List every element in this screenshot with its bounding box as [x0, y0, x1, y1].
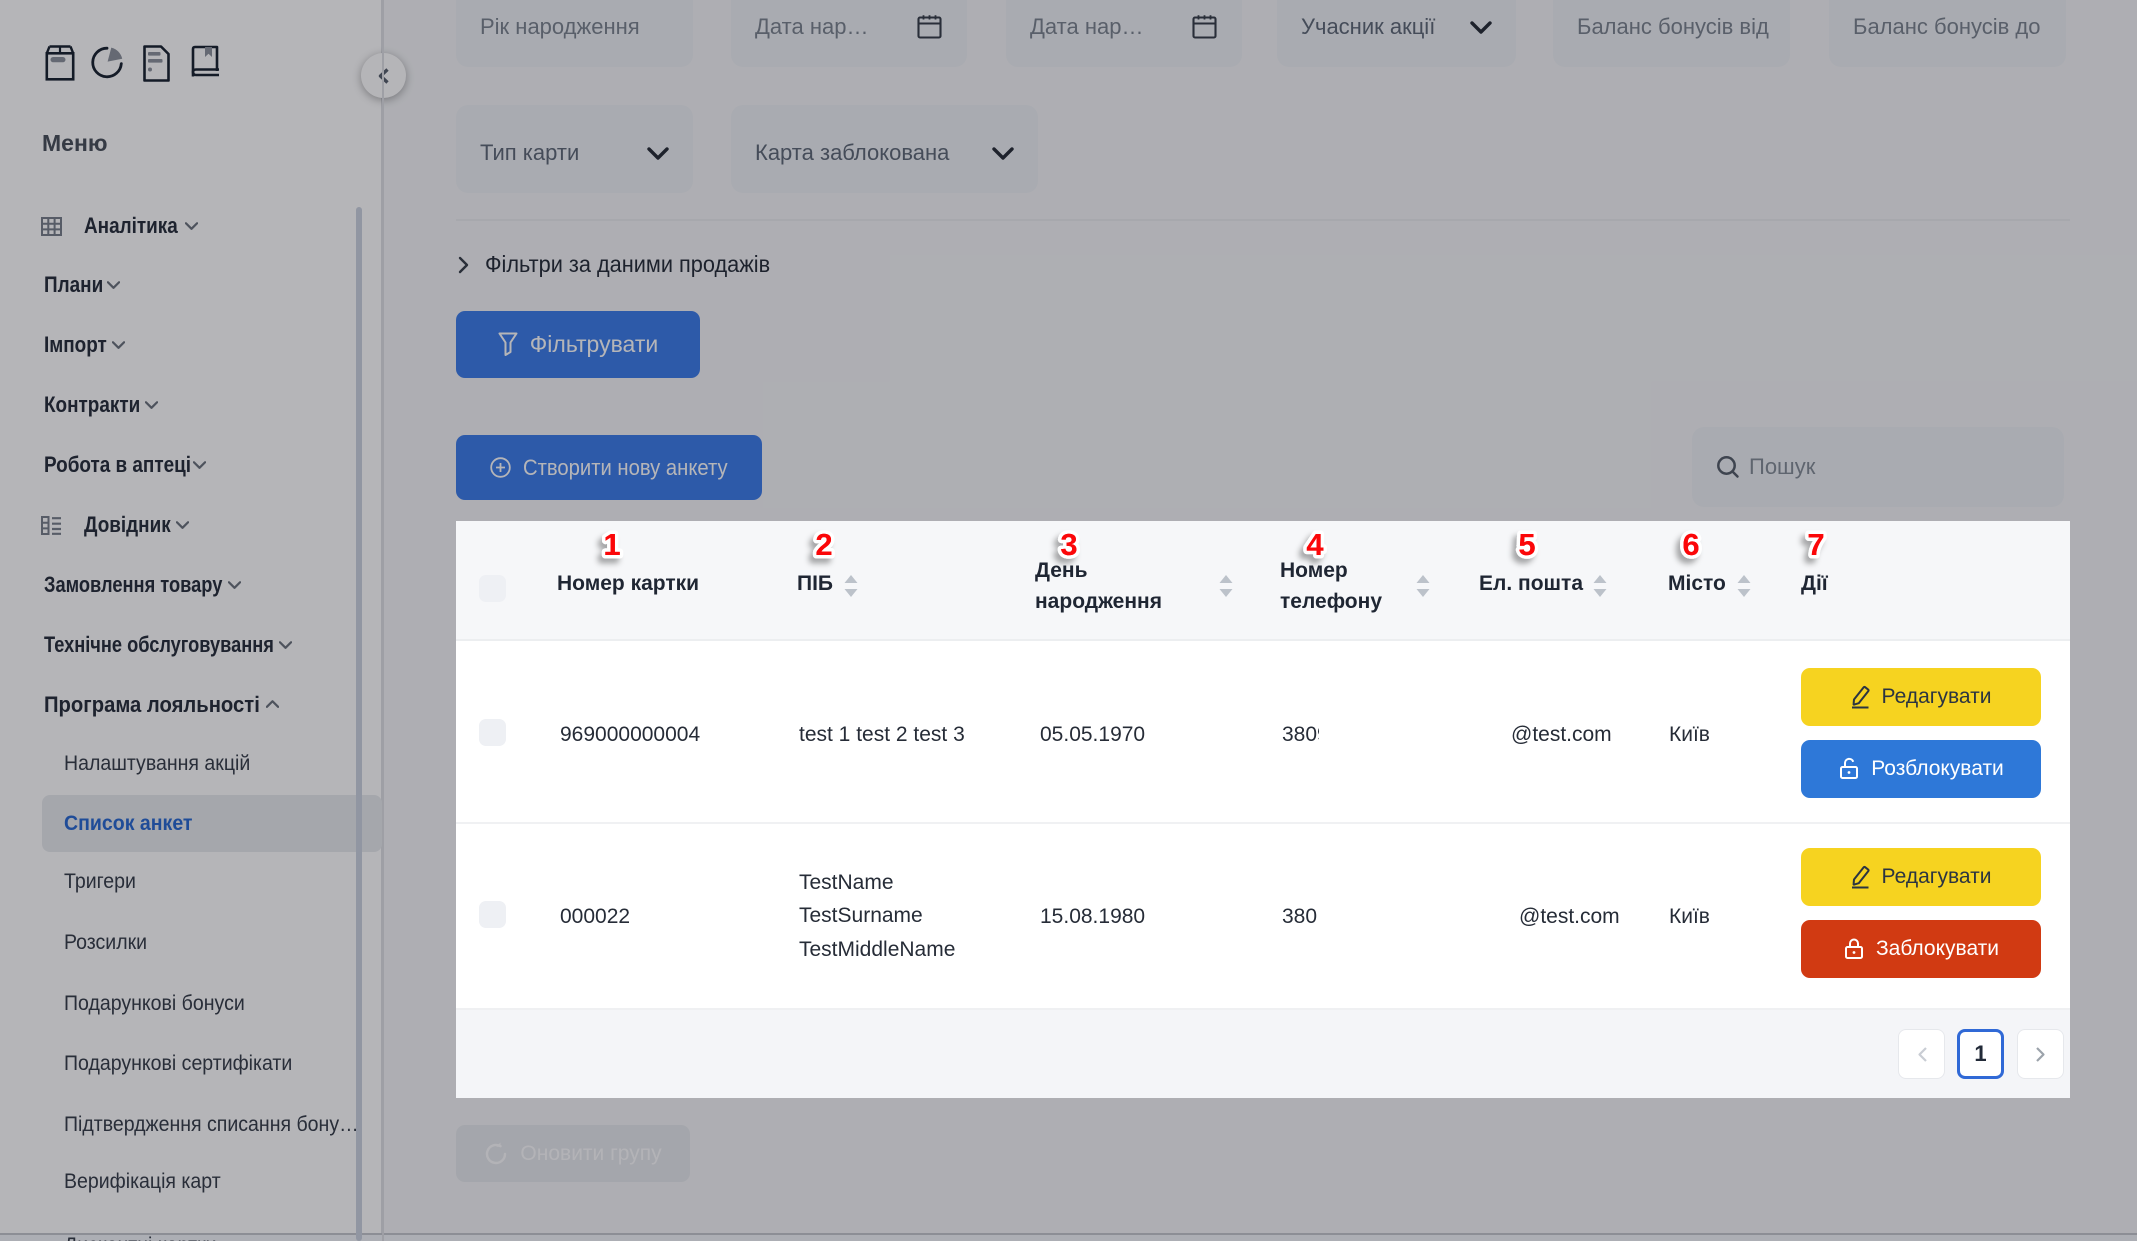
svg-text:1: 1: [603, 527, 620, 562]
svg-text:5: 5: [1518, 527, 1535, 562]
svg-text:6: 6: [1682, 527, 1699, 562]
svg-text:2: 2: [815, 527, 832, 562]
svg-text:3: 3: [1060, 527, 1077, 562]
svg-text:4: 4: [1306, 527, 1324, 562]
svg-text:7: 7: [1807, 527, 1824, 562]
